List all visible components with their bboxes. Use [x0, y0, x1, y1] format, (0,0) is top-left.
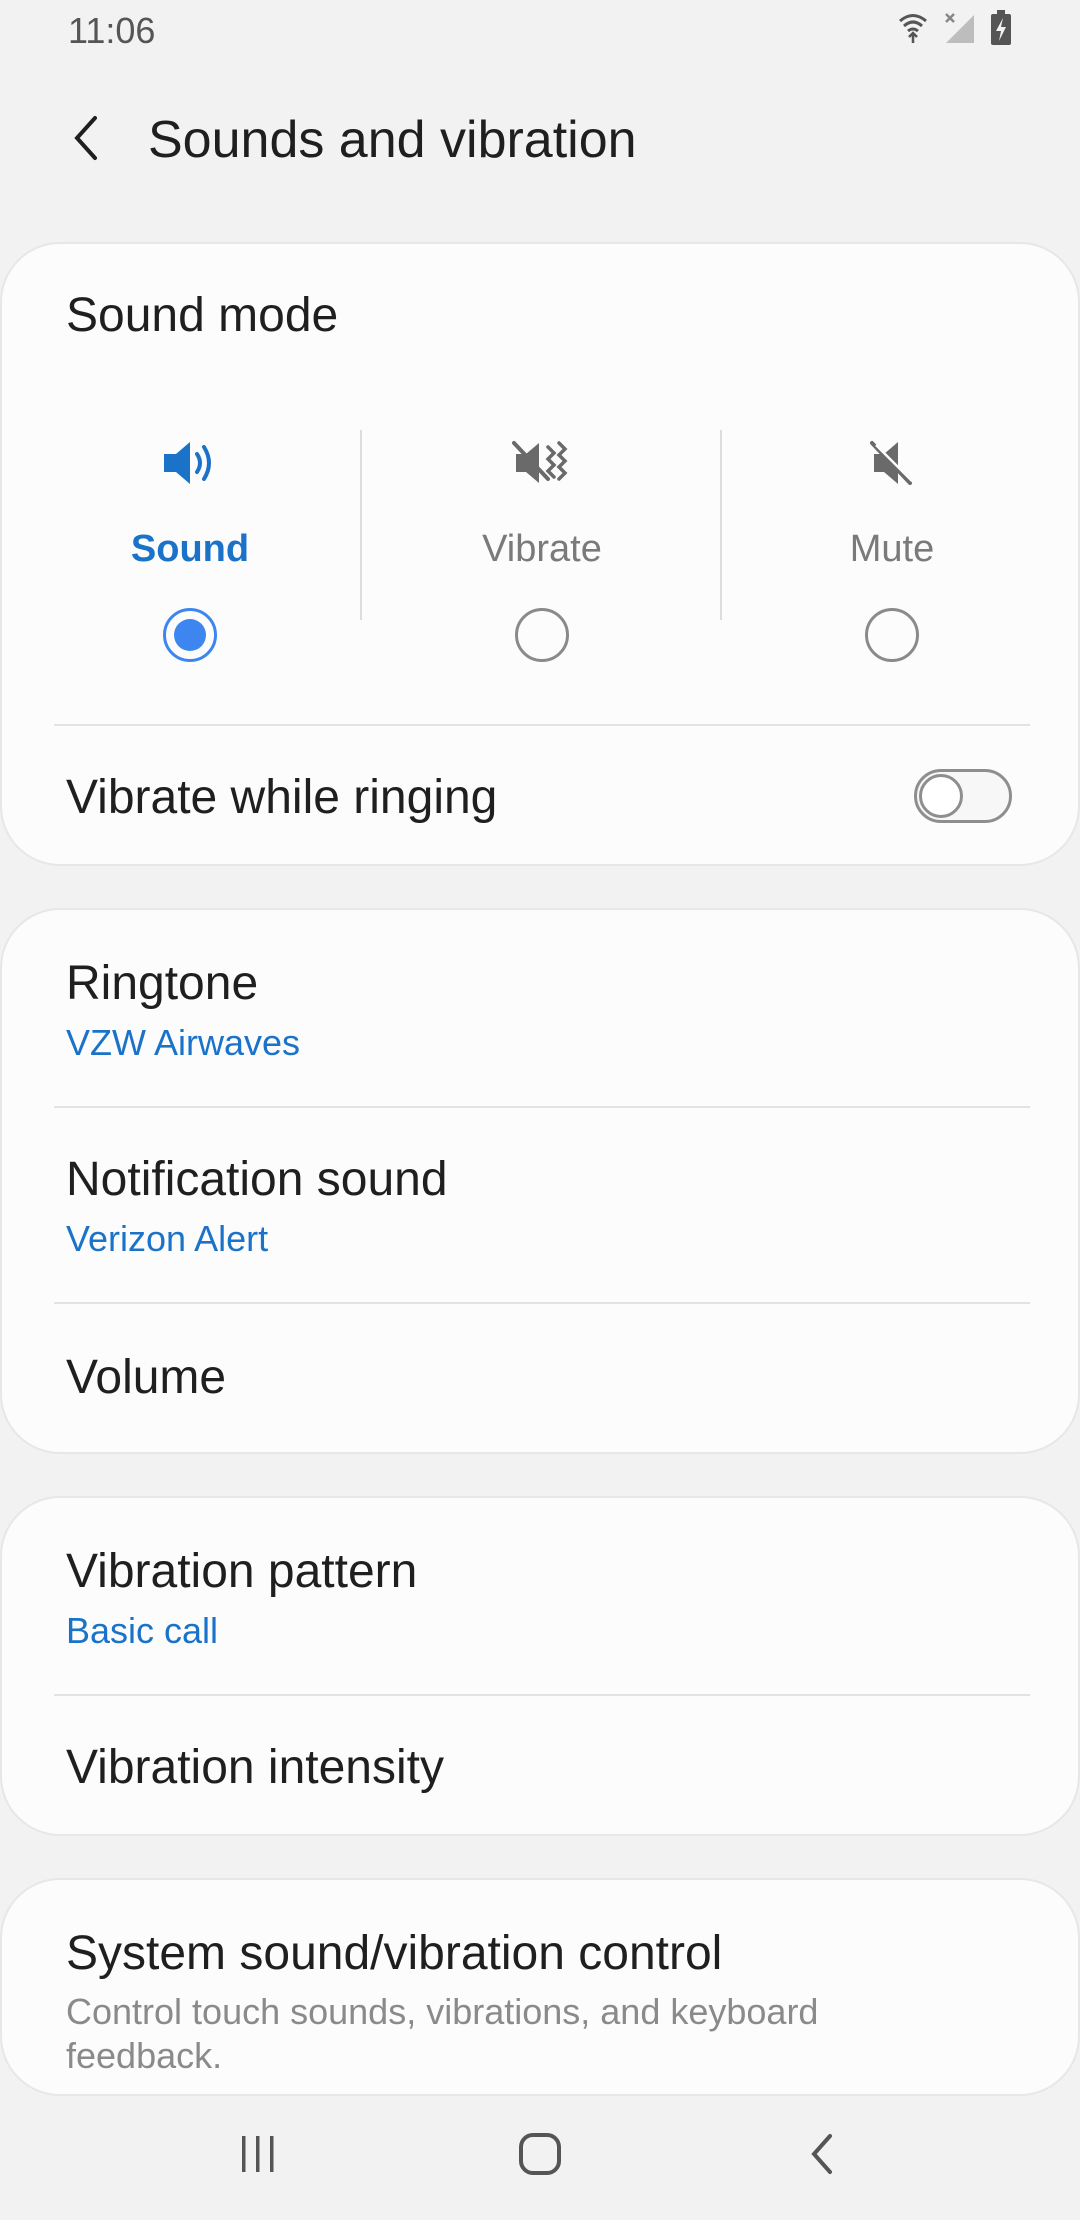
status-icons [898, 10, 1012, 51]
sound-option-label: Sound [130, 528, 250, 570]
navigation-bar [0, 2096, 1080, 2220]
vibration-intensity-title: Vibration intensity [66, 1741, 444, 1794]
back-icon [808, 2132, 836, 2181]
system-sound-row[interactable]: System sound/vibration control Control t… [2, 1880, 1080, 2096]
mode-divider [360, 430, 362, 620]
home-button[interactable] [500, 2124, 580, 2188]
page-title: Sounds and vibration [148, 111, 637, 169]
volume-title: Volume [66, 1351, 227, 1404]
notification-sound-row[interactable]: Notification sound Verizon Alert [2, 1108, 1080, 1302]
notification-sound-title: Notification sound [66, 1153, 448, 1206]
vibrate-icon [392, 428, 692, 498]
sound-radio[interactable] [163, 608, 217, 662]
toggle-knob [919, 774, 963, 818]
chevron-left-icon [71, 114, 101, 167]
vibration-card: Vibration pattern Basic call Vibration i… [0, 1496, 1080, 1836]
status-bar: 11:06 [0, 0, 1080, 64]
home-icon [518, 2132, 562, 2181]
sound-mode-heading: Sound mode [66, 289, 339, 342]
vibrate-option-label: Vibrate [482, 528, 602, 570]
vibrate-while-ringing-label: Vibrate while ringing [66, 771, 498, 824]
vibrate-radio[interactable] [515, 608, 569, 662]
ringtone-value: VZW Airwaves [66, 1022, 301, 1063]
notification-sound-value: Verizon Alert [66, 1218, 269, 1259]
recent-apps-icon [238, 2134, 278, 2179]
vibration-pattern-title: Vibration pattern [66, 1545, 418, 1598]
sound-mode-card: Sound mode Sound Vibrate Mute Vibrate wh… [0, 242, 1080, 866]
mute-icon [742, 428, 1042, 498]
speaker-icon [40, 428, 340, 498]
tones-card: Ringtone VZW Airwaves Notification sound… [0, 908, 1080, 1454]
wifi-icon [898, 11, 928, 50]
system-sound-card: System sound/vibration control Control t… [0, 1878, 1080, 2096]
sound-mode-option-sound[interactable]: Sound [40, 428, 340, 668]
system-sound-description: Control touch sounds, vibrations, and ke… [66, 1991, 819, 2076]
mute-option-label: Mute [849, 528, 935, 570]
mode-divider [720, 430, 722, 620]
app-bar: Sounds and vibration [0, 90, 1080, 190]
battery-icon [990, 10, 1012, 51]
volume-row[interactable]: Volume [2, 1304, 1080, 1454]
vibration-pattern-row[interactable]: Vibration pattern Basic call [2, 1498, 1080, 1694]
vibration-intensity-row[interactable]: Vibration intensity [2, 1696, 1080, 1836]
mute-radio[interactable] [865, 608, 919, 662]
system-sound-title: System sound/vibration control [66, 1927, 723, 1980]
signal-icon [942, 11, 976, 50]
vibrate-while-ringing-row[interactable]: Vibrate while ringing [2, 726, 1080, 866]
recent-apps-button[interactable] [218, 2124, 298, 2188]
vibration-pattern-value: Basic call [66, 1610, 219, 1651]
settings-screen: 11:06 Sounds and vibration Sound mode So… [0, 0, 1080, 2220]
ringtone-row[interactable]: Ringtone VZW Airwaves [2, 910, 1080, 1106]
status-time: 11:06 [68, 10, 156, 51]
back-button[interactable] [50, 104, 122, 176]
nav-back-button[interactable] [782, 2124, 862, 2188]
vibrate-while-ringing-toggle[interactable] [914, 769, 1012, 823]
sound-mode-option-vibrate[interactable]: Vibrate [392, 428, 692, 668]
ringtone-title: Ringtone [66, 957, 259, 1010]
sound-mode-option-mute[interactable]: Mute [742, 428, 1042, 668]
